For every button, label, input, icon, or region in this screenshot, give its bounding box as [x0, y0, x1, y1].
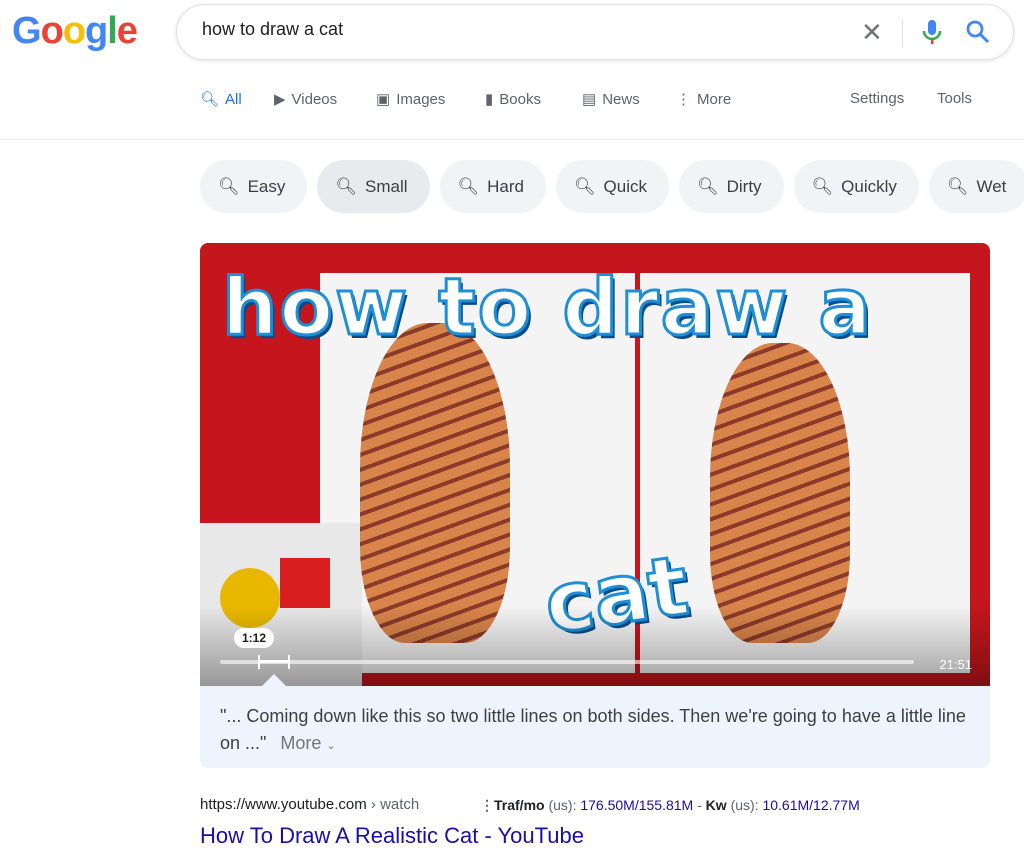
timestamp-bubble: 1:12 — [234, 628, 275, 648]
tab-videos[interactable]: ▶︎ Videos — [274, 90, 337, 109]
chip[interactable]: 🔍︎ Wet — [928, 160, 1024, 213]
divider — [902, 19, 903, 47]
tab-news[interactable]: ▤ News — [582, 90, 640, 109]
news-icon: ▤ — [582, 91, 597, 108]
result-title-link[interactable]: How To Draw A Realistic Cat - YouTube — [200, 823, 584, 849]
seo-metrics: ⋮Traf/mo (us): 176.50M/155.81M - Kw (us)… — [480, 797, 860, 813]
video-controls — [200, 606, 990, 686]
search-icon: 🔍︎ — [218, 176, 240, 196]
chip[interactable]: 🔍︎ Dirty — [679, 160, 784, 213]
search-icon: 🔍︎ — [335, 176, 357, 196]
chip[interactable]: 🔍︎ Quickly — [793, 160, 919, 213]
video-duration: 21:51 — [939, 657, 972, 672]
tab-more[interactable]: ⋮ More — [676, 90, 731, 109]
caption-pointer — [262, 674, 286, 686]
chip[interactable]: 🔍︎ Hard — [439, 160, 546, 213]
cat-drawing-left — [360, 323, 510, 643]
chip[interactable]: 🔍︎ Quick — [555, 160, 670, 213]
search-input[interactable] — [202, 19, 802, 40]
image-icon: ▣ — [376, 91, 391, 108]
search-icon[interactable] — [965, 19, 991, 52]
search-icon: 🔍︎ — [697, 176, 719, 196]
search-box: ✕ — [176, 4, 1014, 60]
progress-bar[interactable] — [220, 655, 914, 669]
tab-books[interactable]: ▮ Books — [485, 90, 541, 109]
kebab-icon[interactable]: ⋮ — [480, 797, 494, 813]
progress-marker — [258, 655, 291, 669]
microphone-icon[interactable] — [921, 18, 943, 53]
refinement-chips: 🔍︎ Easy 🔍︎ Small 🔍︎ Hard 🔍︎ Quick 🔍︎ Dirty 🔍︎… — [200, 160, 1024, 213]
tab-images[interactable]: ▣ Images — [376, 90, 445, 109]
chevron-down-icon: ⌄ — [326, 740, 336, 752]
thumbnail-title: how to draw a — [220, 262, 874, 355]
search-icon: 🔍︎ — [811, 176, 834, 196]
chip[interactable]: 🔍︎ Small — [317, 160, 430, 213]
more-button[interactable]: More ⌄ — [280, 733, 335, 753]
kebab-icon: ⋮ — [676, 91, 691, 108]
search-icon: 🔍︎ — [946, 176, 969, 196]
channel-logo-square — [280, 558, 330, 608]
tab-all[interactable]: 🔍︎ All — [200, 90, 242, 109]
result-url[interactable]: https://www.youtube.com › watch — [200, 796, 419, 813]
google-logo[interactable]: Google — [12, 10, 138, 53]
play-icon: ▶︎ — [274, 91, 286, 108]
tools-link[interactable]: Tools — [937, 90, 972, 107]
settings-link[interactable]: Settings — [850, 90, 904, 107]
clear-icon[interactable]: ✕ — [861, 17, 883, 48]
video-player[interactable]: how to draw a cat 1:12 21:51 — [200, 243, 990, 686]
book-icon: ▮ — [485, 91, 494, 108]
cat-drawing-right — [710, 343, 850, 643]
divider — [0, 139, 1024, 140]
transcript-snippet: "... Coming down like this so two little… — [200, 686, 990, 768]
search-icon: 🔍︎ — [200, 91, 220, 108]
search-icon: 🔍︎ — [457, 176, 480, 196]
search-icon: 🔍︎ — [573, 176, 596, 196]
chip[interactable]: 🔍︎ Easy — [200, 160, 308, 213]
